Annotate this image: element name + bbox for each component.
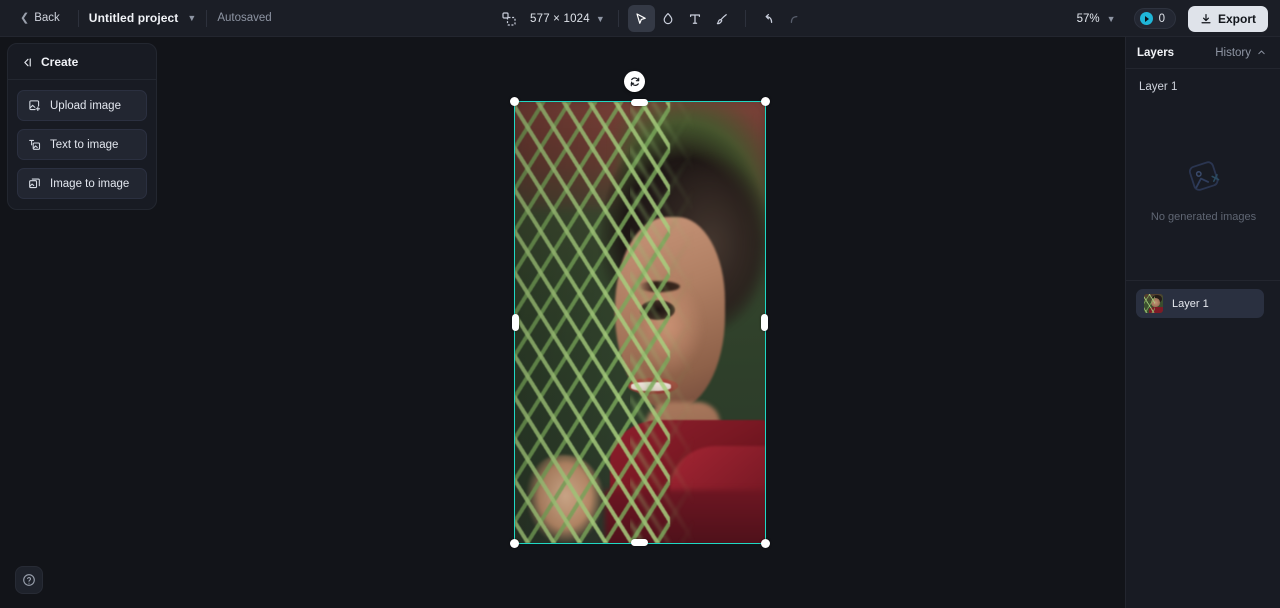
layers-panel-tabs: Layers History (1126, 37, 1280, 69)
top-bar: ❮ Back Untitled project ▼ Autosaved 577 … (0, 0, 1280, 37)
image-to-image-button[interactable]: Image to image (17, 168, 147, 199)
layers-panel: Layers History Layer 1 No generated imag… (1125, 37, 1280, 608)
divider (77, 9, 79, 27)
resize-handle-top-right[interactable] (761, 97, 770, 106)
canvas-size-label: 577 × 1024 (530, 12, 590, 25)
autosaved-status: Autosaved (217, 12, 272, 24)
upload-image-button[interactable]: Upload image (17, 90, 147, 121)
tab-history[interactable]: History (1215, 47, 1251, 59)
image-to-image-label: Image to image (50, 177, 130, 190)
upload-image-icon (29, 100, 41, 112)
rotate-icon[interactable] (624, 71, 645, 92)
no-images-icon (1188, 161, 1219, 191)
resize-handle-top-left[interactable] (510, 97, 519, 106)
image-editor-app: ❮ Back Untitled project ▼ Autosaved 577 … (0, 0, 1280, 608)
text-to-image-button[interactable]: Text to image (17, 129, 147, 160)
resize-handle-left[interactable] (512, 314, 519, 331)
resize-handle-right[interactable] (761, 314, 768, 331)
brush-tool[interactable] (709, 5, 736, 32)
image-to-image-icon (29, 178, 40, 189)
resize-handle-bottom-right[interactable] (761, 539, 770, 548)
project-name[interactable]: Untitled project (89, 11, 179, 25)
chevron-left-icon: ❮ (20, 11, 30, 24)
export-label: Export (1217, 11, 1256, 26)
top-bar-tools: 577 × 1024 ▼ (495, 0, 809, 37)
collapse-panel-icon (24, 57, 31, 67)
pan-tool[interactable] (655, 5, 682, 32)
credits-count: 0 (1158, 12, 1165, 25)
help-button[interactable] (15, 566, 43, 594)
create-panel-title: Create (41, 55, 79, 69)
upload-image-label: Upload image (50, 99, 121, 112)
resize-icon[interactable] (495, 5, 522, 32)
back-label: Back (34, 12, 60, 24)
text-to-image-label: Text to image (50, 138, 119, 151)
create-panel: Create Upload image Text to image Image … (7, 43, 157, 210)
text-to-image-icon (29, 139, 41, 150)
top-bar-right: 57% ▼ 0 Export (1077, 0, 1268, 37)
resize-handle-bottom[interactable] (631, 539, 648, 546)
selection-wrapper (510, 71, 770, 548)
image-layer-preview[interactable] (514, 101, 766, 544)
layer-list-item[interactable]: Layer 1 (1136, 289, 1264, 318)
top-bar-left: ❮ Back Untitled project ▼ Autosaved (0, 0, 272, 36)
download-icon (1201, 13, 1211, 23)
layer-name: Layer 1 (1172, 297, 1209, 310)
layers-section-label: Layer 1 (1139, 81, 1178, 93)
divider (617, 10, 619, 27)
coin-icon (1139, 12, 1153, 25)
resize-handle-top[interactable] (631, 99, 648, 106)
tab-history-group[interactable]: History (1215, 47, 1266, 59)
select-tool[interactable] (627, 5, 655, 32)
chevron-down-icon[interactable]: ▼ (596, 14, 605, 24)
credits-badge[interactable]: 0 (1133, 8, 1176, 29)
undo-button[interactable] (755, 5, 782, 32)
layer-thumbnail-art (1144, 294, 1163, 313)
empty-state: No generated images (1126, 157, 1280, 223)
divider (744, 10, 746, 27)
divider (1126, 280, 1280, 281)
text-tool[interactable] (682, 5, 709, 32)
zoom-level: 57% (1076, 12, 1100, 25)
create-panel-body: Upload image Text to image Image to imag… (8, 80, 156, 199)
chevron-down-icon[interactable]: ▼ (187, 13, 196, 23)
export-button[interactable]: Export (1187, 5, 1268, 32)
canvas-area[interactable] (160, 37, 1125, 608)
layer-thumbnail (1144, 294, 1163, 313)
empty-state-label: No generated images (1150, 211, 1257, 223)
redo-button[interactable] (782, 5, 809, 32)
back-button[interactable]: ❮ Back (12, 8, 68, 28)
chevron-up-icon (1258, 50, 1265, 55)
tab-layers[interactable]: Layers (1137, 47, 1174, 59)
help-icon (23, 574, 35, 586)
photo-vignette (515, 102, 765, 543)
resize-handle-bottom-left[interactable] (510, 539, 519, 548)
create-panel-header: Create (8, 44, 156, 80)
divider (206, 9, 208, 27)
chevron-down-icon[interactable]: ▼ (1107, 14, 1116, 24)
